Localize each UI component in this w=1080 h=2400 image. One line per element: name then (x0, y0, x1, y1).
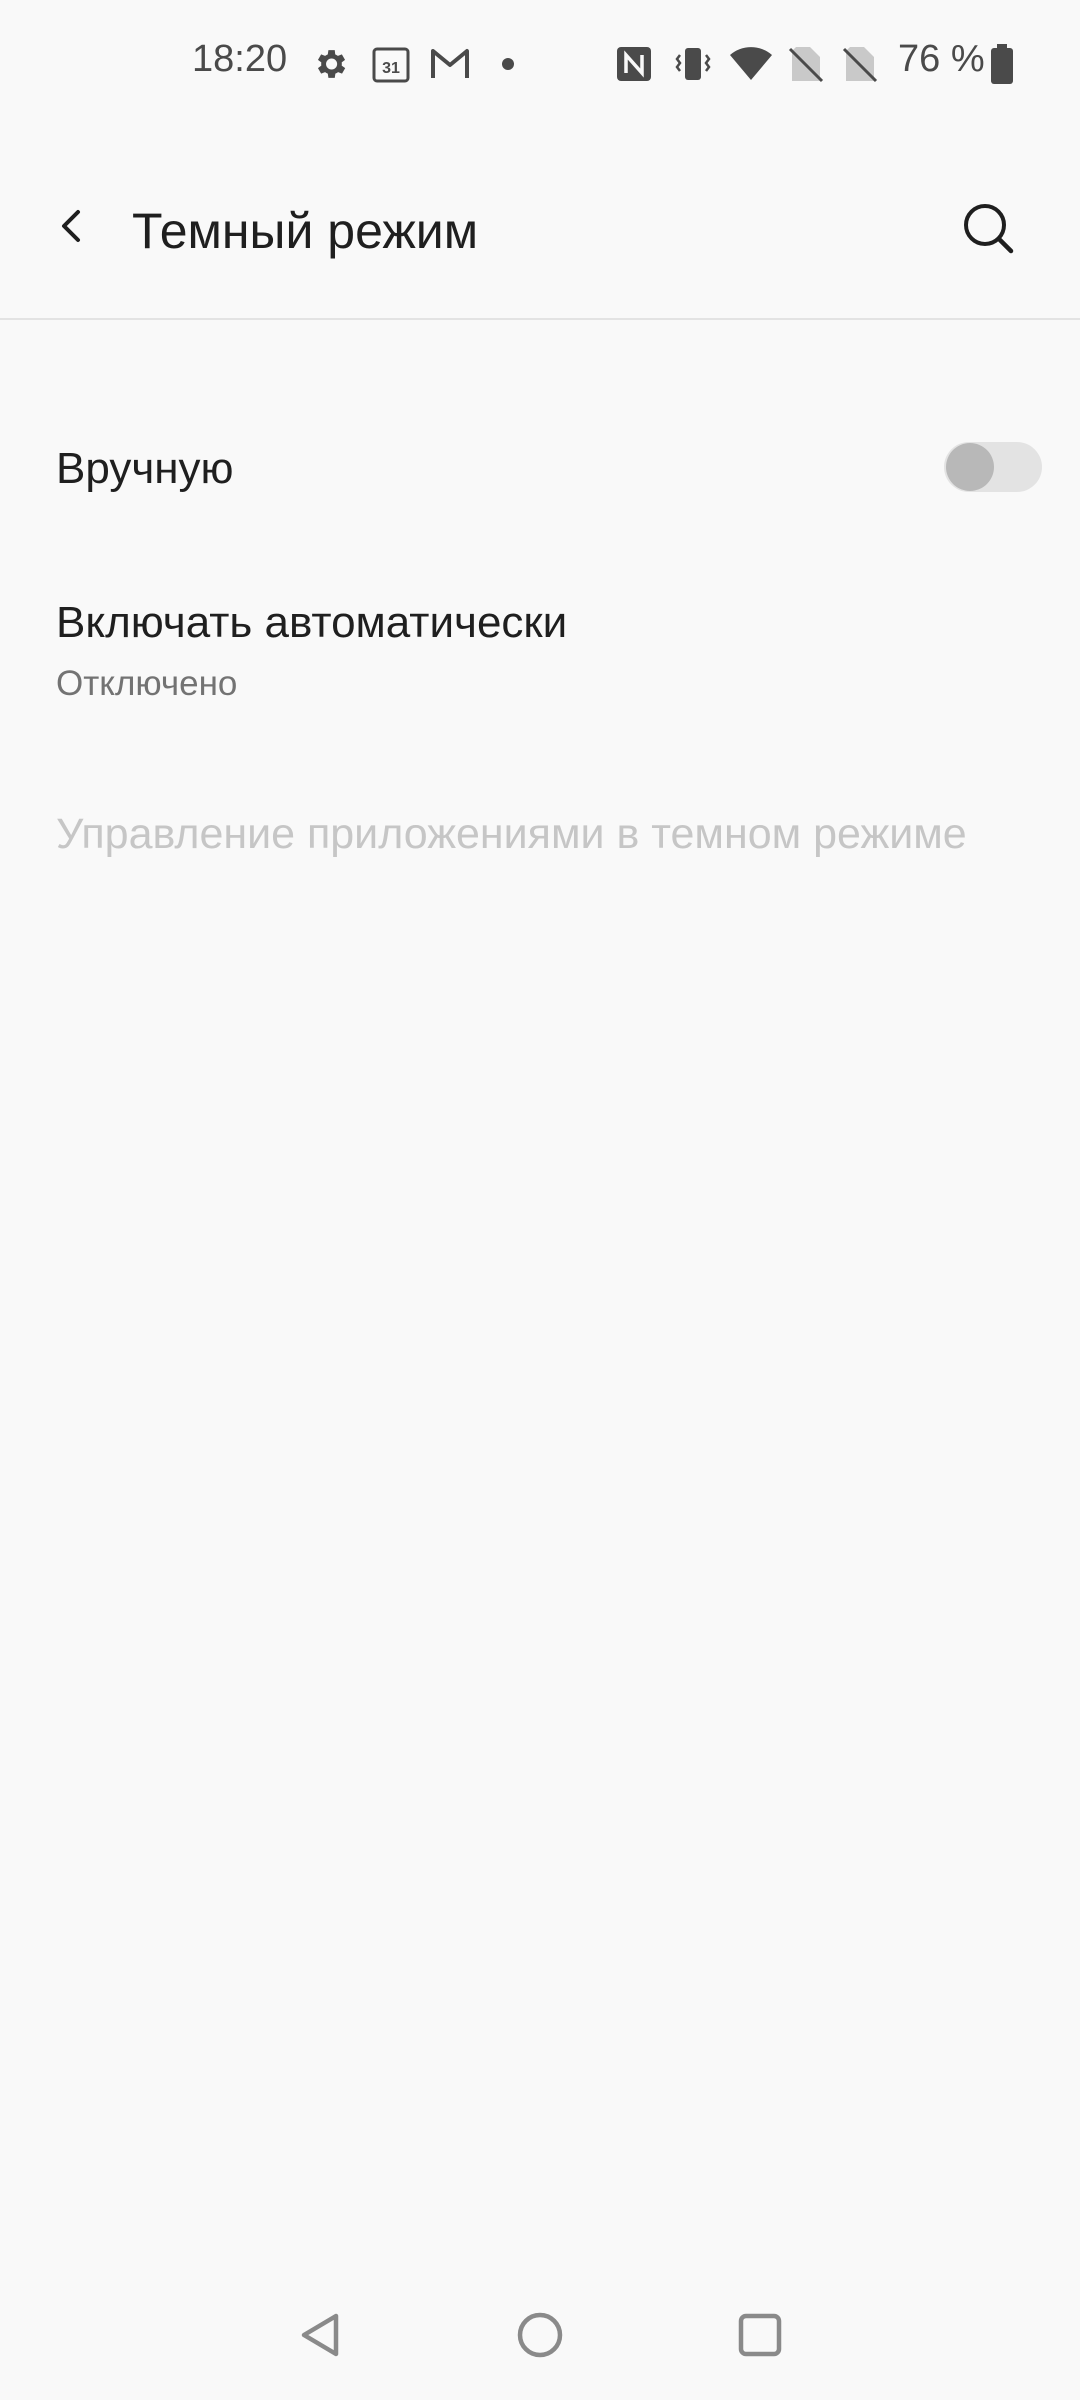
nav-home-button[interactable] (505, 2300, 575, 2370)
auto-schedule-summary: Отключено (56, 664, 238, 703)
app-bar-divider (0, 318, 1080, 320)
status-time: 18:20 (192, 38, 288, 80)
battery-percent: 76 % (898, 38, 985, 80)
auto-schedule-row[interactable]: Включать автоматически Отключено (0, 572, 1080, 722)
gmail-icon (428, 44, 472, 84)
auto-schedule-label: Включать автоматически (56, 598, 568, 647)
manual-dark-mode-row[interactable]: Вручную (0, 400, 1080, 536)
calendar-icon: 31 (370, 44, 412, 84)
nfc-icon (614, 44, 654, 84)
calendar-day-text: 31 (382, 60, 400, 77)
nav-recents-button[interactable] (725, 2300, 795, 2370)
no-sim-icon (786, 44, 826, 84)
back-button[interactable] (36, 190, 108, 262)
nav-recents-icon (738, 2313, 782, 2357)
nav-back-button[interactable] (286, 2300, 356, 2370)
settings-icon (310, 44, 350, 84)
vibrate-icon (672, 44, 714, 84)
app-bar: Темный режим (0, 160, 1080, 320)
search-button[interactable] (948, 188, 1028, 268)
dark-mode-apps-label: Управление приложениями в темном режиме (56, 810, 967, 858)
dot-icon (498, 44, 518, 84)
toggle-knob (946, 443, 994, 491)
search-icon (964, 204, 1014, 254)
battery-icon (990, 44, 1014, 84)
manual-toggle-switch[interactable] (944, 442, 1042, 492)
navigation-bar (0, 2260, 1080, 2400)
wifi-icon (728, 44, 774, 84)
nav-home-icon (517, 2312, 563, 2358)
screen: 18:20 31 76 % Темный режим Вручную Включ… (0, 0, 1080, 2400)
page-title: Темный режим (132, 203, 479, 259)
manual-label: Вручную (56, 444, 234, 493)
nav-back-icon (301, 2313, 339, 2357)
status-bar: 18:20 31 76 % (0, 0, 1080, 130)
back-arrow-icon (62, 210, 80, 242)
dark-mode-apps-row[interactable]: Управление приложениями в темном режиме (0, 790, 1080, 890)
no-sim-icon (840, 44, 880, 84)
